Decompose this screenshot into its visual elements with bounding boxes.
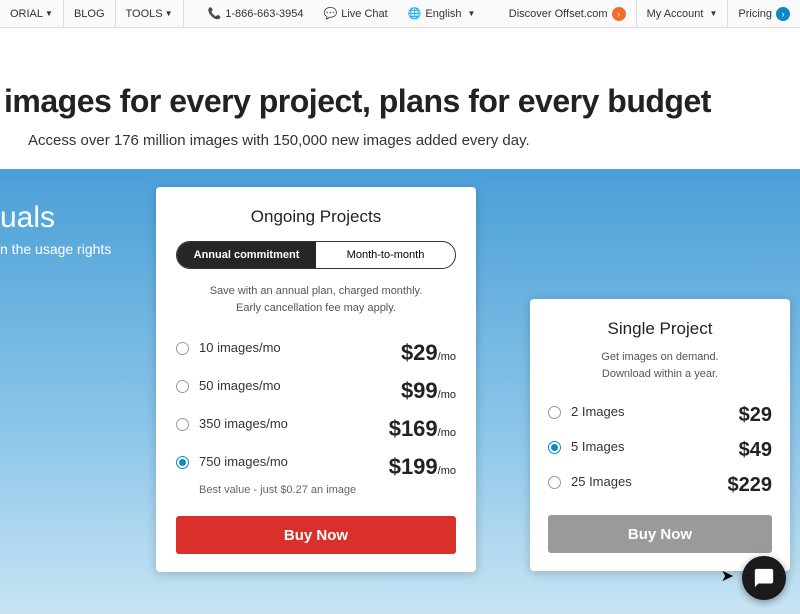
radio-icon[interactable] bbox=[176, 342, 189, 355]
radio-icon[interactable] bbox=[548, 406, 561, 419]
plan-row[interactable]: 5 Images $49 bbox=[548, 433, 772, 468]
topbar: ORIAL▼ BLOG TOOLS▼ 📞1-866-663-3954 💬Live… bbox=[0, 0, 800, 28]
hero-headline: images for every project, plans for ever… bbox=[4, 83, 800, 120]
plan-row[interactable]: 10 images/mo $29/mo bbox=[176, 334, 456, 372]
radio-icon[interactable] bbox=[176, 456, 189, 469]
globe-icon: 🌐 bbox=[408, 7, 422, 20]
pricing-section: uals n the usage rights Ongoing Projects… bbox=[0, 169, 800, 614]
chat-widget-button[interactable] bbox=[742, 556, 786, 600]
single-project-card: Single Project Get images on demand. Dow… bbox=[530, 299, 790, 571]
arrow-icon: › bbox=[612, 7, 626, 21]
billing-toggle: Annual commitment Month-to-month bbox=[176, 241, 456, 269]
caret-icon: ▼ bbox=[45, 9, 53, 18]
card-title: Ongoing Projects bbox=[176, 207, 456, 227]
plan-row[interactable]: 350 images/mo $169/mo bbox=[176, 410, 456, 448]
nav-editorial[interactable]: ORIAL▼ bbox=[0, 0, 64, 27]
discover-link[interactable]: Discover Offset.com› bbox=[499, 0, 637, 27]
pricing-link[interactable]: Pricing› bbox=[728, 0, 800, 27]
hero: images for every project, plans for ever… bbox=[0, 28, 800, 169]
chat-icon: 💬 bbox=[324, 7, 338, 20]
hero-sub: Access over 176 million images with 150,… bbox=[28, 132, 800, 149]
radio-icon[interactable] bbox=[176, 418, 189, 431]
phone-link[interactable]: 📞1-866-663-3954 bbox=[198, 0, 314, 27]
radio-icon[interactable] bbox=[548, 476, 561, 489]
plan-row[interactable]: 750 images/mo $199/mo bbox=[176, 448, 456, 486]
caret-icon: ▼ bbox=[468, 9, 476, 18]
tab-annual[interactable]: Annual commitment bbox=[177, 242, 316, 268]
language-selector[interactable]: 🌐English▼ bbox=[398, 0, 486, 27]
radio-icon[interactable] bbox=[548, 441, 561, 454]
ongoing-projects-card: Ongoing Projects Annual commitment Month… bbox=[156, 187, 476, 572]
tab-monthly[interactable]: Month-to-month bbox=[316, 242, 455, 268]
buy-now-button[interactable]: Buy Now bbox=[176, 516, 456, 554]
my-account[interactable]: My Account▼ bbox=[637, 0, 729, 27]
caret-icon: ▼ bbox=[709, 9, 717, 18]
card-title: Single Project bbox=[548, 319, 772, 339]
left-promo: uals n the usage rights bbox=[0, 201, 111, 257]
fine-print: Save with an annual plan, charged monthl… bbox=[176, 283, 456, 316]
nav-blog[interactable]: BLOG bbox=[64, 0, 116, 27]
plan-row[interactable]: 50 images/mo $99/mo bbox=[176, 372, 456, 410]
live-chat-link[interactable]: 💬Live Chat bbox=[314, 0, 398, 27]
buy-now-button[interactable]: Buy Now bbox=[548, 515, 772, 553]
caret-icon: ▼ bbox=[165, 9, 173, 18]
radio-icon[interactable] bbox=[176, 380, 189, 393]
arrow-icon: › bbox=[776, 7, 790, 21]
plan-row[interactable]: 25 Images $229 bbox=[548, 468, 772, 503]
best-value-note: Best value - just $0.27 an image bbox=[199, 484, 456, 496]
phone-icon: 📞 bbox=[208, 7, 222, 20]
speech-bubble-icon bbox=[753, 567, 775, 589]
nav-tools[interactable]: TOOLS▼ bbox=[116, 0, 184, 27]
plan-row[interactable]: 2 Images $29 bbox=[548, 398, 772, 433]
fine-print: Get images on demand. Download within a … bbox=[548, 349, 772, 382]
